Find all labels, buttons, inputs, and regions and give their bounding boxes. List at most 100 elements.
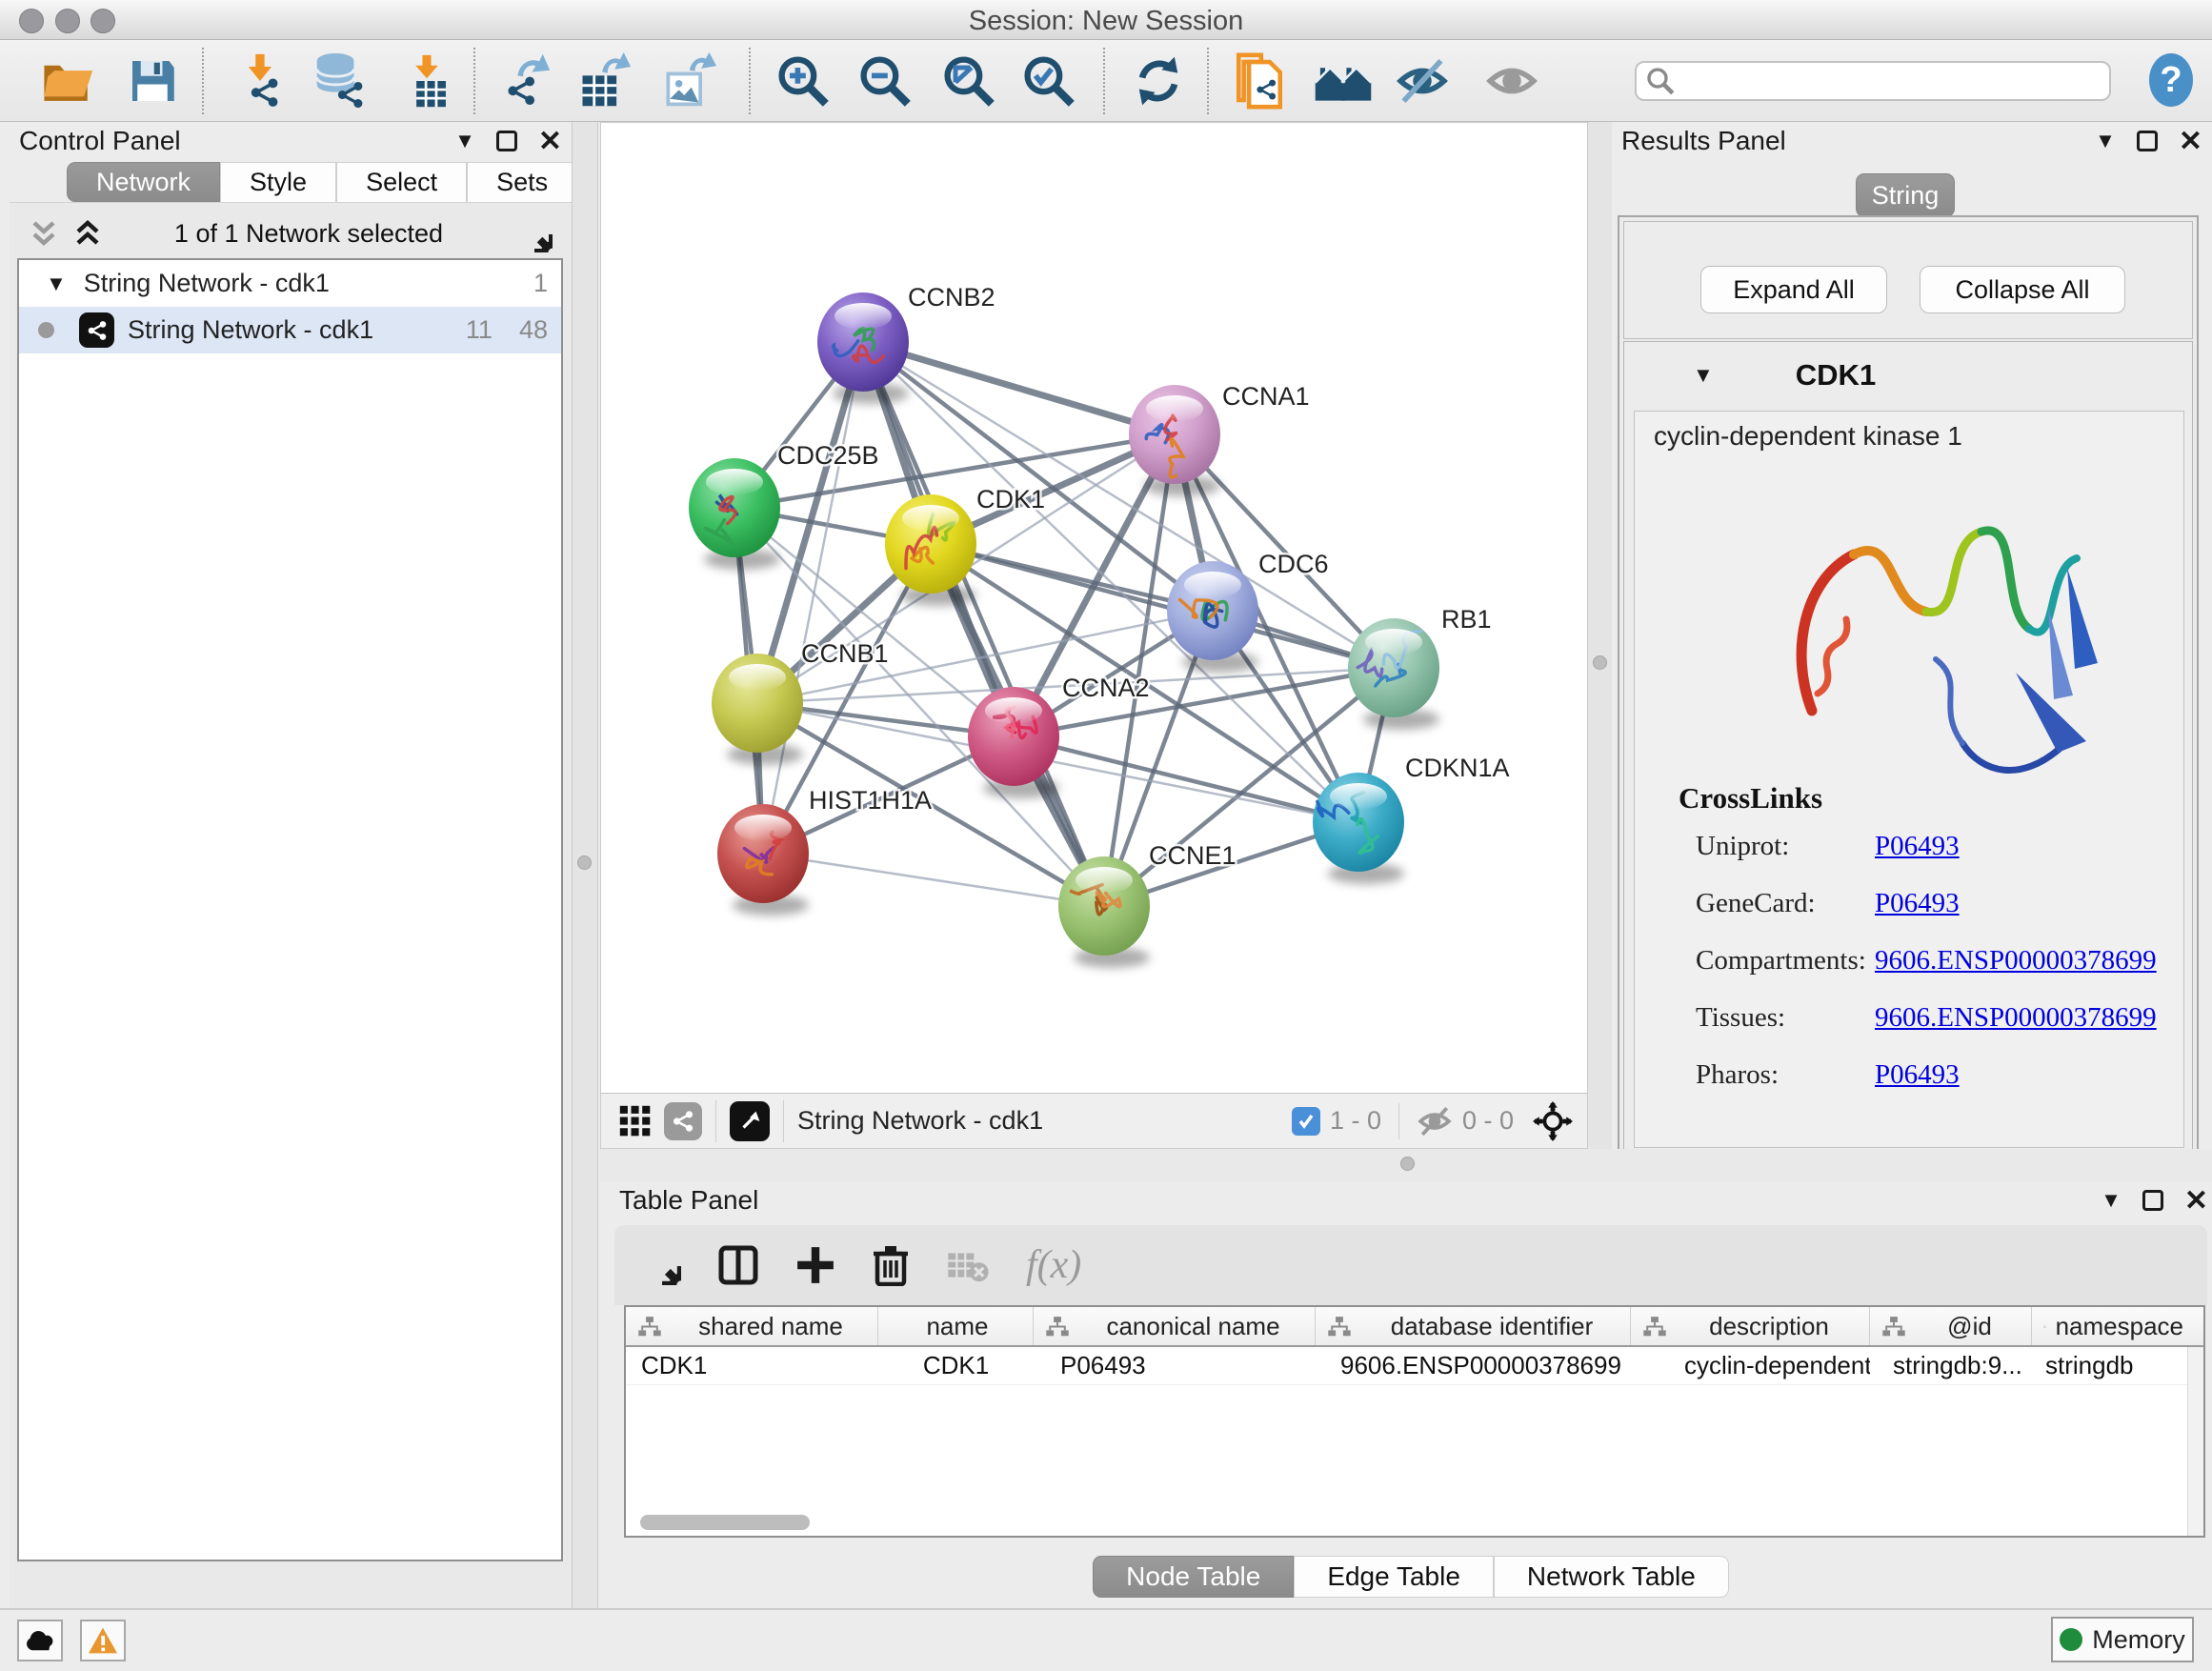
network-node-cdkn1a[interactable]: CDKN1A: [1313, 754, 1510, 884]
export-table-button[interactable]: [573, 50, 634, 111]
export-image-button[interactable]: [657, 50, 718, 111]
memory-button[interactable]: Memory: [2051, 1617, 2194, 1662]
save-session-button[interactable]: [122, 50, 183, 111]
network-collection-row[interactable]: ▼ String Network - cdk1 1: [19, 260, 561, 307]
network-row[interactable]: String Network - cdk1 11 48: [19, 307, 561, 353]
results-panel-collapse-icon[interactable]: ▼: [2095, 129, 2116, 153]
column-header-shared-name[interactable]: shared name: [626, 1307, 878, 1345]
column-header-canonical-name[interactable]: canonical name: [1034, 1307, 1316, 1345]
table-row[interactable]: CDK1 CDK1 P06493 9606.ENSP00000378699 cy…: [626, 1347, 2203, 1385]
node-label: CDC6: [1258, 550, 1329, 578]
crosslink-link[interactable]: 9606.ENSP00000378699: [1875, 945, 2157, 976]
column-header-id[interactable]: @id: [1870, 1307, 2032, 1345]
network-graph[interactable]: CCNB2CCNA1CDC25BCDK1CDC6RB1CCNB1CCNA2CDK…: [601, 123, 1588, 1094]
network-canvas[interactable]: CCNB2CCNA1CDC25BCDK1CDC6RB1CCNB1CCNA2CDK…: [600, 122, 1589, 1149]
table-options-gear-icon[interactable]: [641, 1245, 681, 1285]
table-vertical-scrollbar[interactable]: [2187, 1347, 2203, 1536]
network-edge[interactable]: [763, 854, 1104, 906]
network-edge[interactable]: [863, 342, 1104, 906]
zoom-selected-button[interactable]: [1018, 50, 1079, 111]
tab-style[interactable]: Style: [220, 162, 336, 202]
tab-string[interactable]: String: [1856, 173, 1955, 217]
fit-content-crosshair-icon[interactable]: [1533, 1101, 1573, 1141]
column-header-description[interactable]: description: [1631, 1307, 1870, 1345]
birds-eye-view-icon[interactable]: [730, 1101, 770, 1141]
import-network-button[interactable]: [229, 50, 290, 111]
tab-network-table[interactable]: Network Table: [1494, 1556, 1729, 1598]
node-label: RB1: [1441, 605, 1492, 634]
branch-icon: [1642, 1316, 1667, 1338]
clone-network-button[interactable]: [1229, 50, 1290, 111]
export-network-button[interactable]: [494, 50, 555, 111]
eye-slash-icon: [1396, 56, 1449, 106]
network-node-rb1[interactable]: RB1: [1348, 605, 1492, 730]
zoom-in-button[interactable]: [773, 50, 834, 111]
zoom-fit-button[interactable]: [938, 50, 999, 111]
open-session-button[interactable]: [36, 50, 97, 111]
warnings-button[interactable]: [80, 1620, 126, 1661]
node-label: CCNB1: [801, 639, 889, 668]
control-panel-float-button[interactable]: [496, 131, 517, 151]
expand-all-networks-icon[interactable]: [72, 218, 103, 249]
network-node-cdc6[interactable]: CDC6: [1167, 550, 1329, 673]
collapse-all-networks-icon[interactable]: [29, 218, 59, 249]
right-splitter-handle[interactable]: [1593, 655, 1607, 670]
search-input[interactable]: [1635, 61, 2111, 101]
network-options-gear-icon[interactable]: [514, 214, 553, 252]
protein-structure-image: [1776, 455, 2128, 827]
results-panel-float-button[interactable]: [2137, 131, 2158, 151]
hidden-eye-slash-icon: [1417, 1105, 1453, 1137]
delete-column-icon[interactable]: [872, 1244, 910, 1286]
search-field[interactable]: [1682, 67, 2109, 96]
collection-expand-icon[interactable]: ▼: [46, 272, 67, 296]
expand-all-button[interactable]: Expand All: [1700, 266, 1887, 313]
grid-view-icon[interactable]: [618, 1104, 653, 1138]
network-node-ccnb1[interactable]: CCNB1: [712, 639, 889, 765]
network-badge-icon[interactable]: [664, 1102, 702, 1140]
control-panel-close-button[interactable]: ✕: [538, 125, 562, 158]
column-header-namespace[interactable]: namespace: [2032, 1307, 2191, 1345]
left-splitter-handle[interactable]: [577, 856, 592, 870]
column-header-database-identifier[interactable]: database identifier: [1316, 1307, 1631, 1345]
tab-edge-table[interactable]: Edge Table: [1294, 1556, 1494, 1598]
cdk1-collapse-icon[interactable]: ▼: [1693, 363, 1714, 388]
first-neighbors-button[interactable]: [1313, 50, 1374, 111]
column-header-name[interactable]: name: [878, 1307, 1034, 1345]
crosslink-link[interactable]: P06493: [1875, 831, 1960, 862]
control-panel-collapse-icon[interactable]: ▼: [454, 129, 475, 153]
results-panel-close-button[interactable]: ✕: [2179, 125, 2202, 158]
bottom-splitter[interactable]: [600, 1149, 2212, 1181]
table-panel-float-button[interactable]: [2142, 1190, 2163, 1211]
import-table-button[interactable]: [396, 50, 457, 111]
bottom-splitter-handle[interactable]: [1400, 1157, 1415, 1171]
crosslink-link[interactable]: 9606.ENSP00000378699: [1875, 1002, 2157, 1034]
crosslink-link[interactable]: P06493: [1875, 1059, 1960, 1091]
network-node-hist1h1a[interactable]: HIST1H1A: [717, 786, 932, 916]
tab-network[interactable]: Network: [67, 162, 220, 202]
table-panel-collapse-icon[interactable]: ▼: [2101, 1188, 2122, 1213]
open-folder-icon: [39, 53, 94, 109]
add-column-icon[interactable]: [795, 1245, 835, 1285]
hide-selected-button[interactable]: [1392, 50, 1453, 111]
tab-node-table[interactable]: Node Table: [1093, 1556, 1294, 1598]
show-all-button[interactable]: [1481, 50, 1542, 111]
collapse-all-button[interactable]: Collapse All: [1920, 266, 2125, 313]
apply-layout-button[interactable]: [1128, 50, 1189, 111]
help-button[interactable]: ?: [2148, 52, 2194, 108]
selected-checkbox-icon[interactable]: [1292, 1107, 1320, 1136]
table-horizontal-scrollbar[interactable]: [640, 1515, 810, 1530]
left-splitter[interactable]: [572, 122, 598, 1608]
crosslink-link[interactable]: P06493: [1875, 888, 1960, 919]
table-panel-close-button[interactable]: ✕: [2184, 1184, 2208, 1218]
zoom-out-button[interactable]: [855, 50, 915, 111]
network-node-cdc25b[interactable]: CDC25B: [689, 441, 879, 570]
tab-select[interactable]: Select: [336, 162, 467, 202]
show-columns-icon[interactable]: [717, 1244, 759, 1286]
right-splitter[interactable]: [1587, 122, 1614, 1181]
network-node-ccnb2[interactable]: CCNB2: [817, 283, 995, 404]
tab-sets[interactable]: Sets: [467, 162, 577, 202]
import-network-from-database-button[interactable]: [309, 50, 370, 111]
network-edge[interactable]: [763, 342, 863, 854]
node-label: HIST1H1A: [809, 786, 932, 815]
automation-cloud-button[interactable]: [17, 1620, 63, 1661]
